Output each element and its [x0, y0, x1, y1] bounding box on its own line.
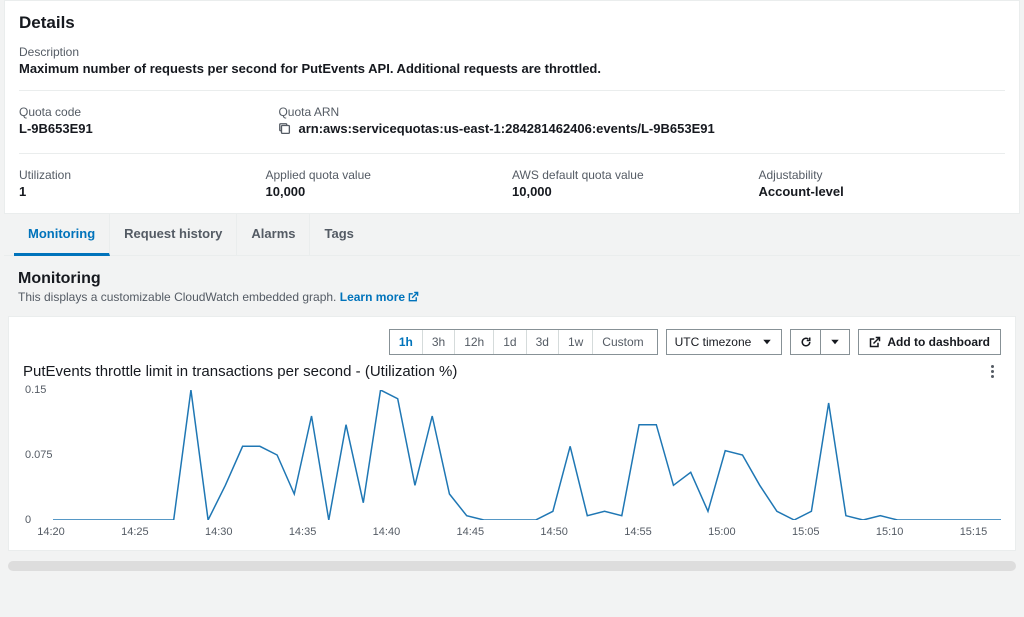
tabs-bar: Monitoring Request history Alarms Tags [4, 214, 1020, 256]
quota-arn-label: Quota ARN [278, 105, 1005, 119]
timezone-dropdown[interactable]: UTC timezone [666, 329, 783, 355]
range-1h[interactable]: 1h [390, 330, 423, 354]
add-to-dashboard-button[interactable]: Add to dashboard [858, 329, 1001, 355]
range-3d[interactable]: 3d [527, 330, 559, 354]
chart-title: PutEvents throttle limit in transactions… [23, 363, 457, 380]
chart-plot[interactable] [53, 390, 1001, 520]
caret-down-icon [829, 336, 841, 348]
tab-tags[interactable]: Tags [310, 214, 367, 255]
applied-quota-value: 10,000 [266, 184, 513, 199]
y-tick-0: 0 [25, 514, 31, 526]
tab-alarms[interactable]: Alarms [237, 214, 310, 255]
monitoring-heading: Monitoring [4, 270, 1020, 288]
chart-toolbar: 1h 3h 12h 1d 3d 1w Custom UTC timezone [23, 329, 1001, 355]
adjustability-label: Adjustability [759, 168, 1006, 182]
quota-code-label: Quota code [19, 105, 278, 119]
description-label: Description [19, 45, 1005, 59]
refresh-menu-button[interactable] [820, 329, 850, 355]
range-12h[interactable]: 12h [455, 330, 494, 354]
adjustability-value: Account-level [759, 184, 1006, 199]
time-range-segment: 1h 3h 12h 1d 3d 1w Custom [389, 329, 658, 355]
applied-quota-label: Applied quota value [266, 168, 513, 182]
divider [19, 90, 1005, 91]
utilization-value: 1 [19, 184, 266, 199]
range-1d[interactable]: 1d [494, 330, 526, 354]
x-axis-labels: 14:2014:25 14:3014:35 14:4014:45 14:5014… [51, 526, 1001, 538]
divider [19, 153, 1005, 154]
default-quota-value: 10,000 [512, 184, 759, 199]
tab-request-history[interactable]: Request history [110, 214, 237, 255]
chart-menu-button[interactable] [985, 365, 999, 378]
default-quota-label: AWS default quota value [512, 168, 759, 182]
refresh-button[interactable] [790, 329, 820, 355]
learn-more-link[interactable]: Learn more [340, 290, 420, 304]
tab-monitoring[interactable]: Monitoring [14, 214, 110, 256]
refresh-icon [800, 336, 812, 348]
monitoring-description: This displays a customizable CloudWatch … [4, 288, 1020, 304]
utilization-label: Utilization [19, 168, 266, 182]
external-link-icon [408, 291, 419, 302]
range-1w[interactable]: 1w [559, 330, 593, 354]
copy-icon[interactable] [278, 122, 292, 136]
range-custom[interactable]: Custom [593, 330, 656, 354]
description-value: Maximum number of requests per second fo… [19, 61, 1005, 76]
y-tick-150: 0.15 [25, 384, 46, 396]
details-title: Details [19, 13, 1005, 33]
horizontal-scrollbar[interactable] [8, 561, 1016, 571]
range-3h[interactable]: 3h [423, 330, 455, 354]
quota-code-value: L-9B653E91 [19, 121, 278, 136]
chart-panel: 1h 3h 12h 1d 3d 1w Custom UTC timezone [8, 316, 1016, 551]
quota-arn-value: arn:aws:servicequotas:us-east-1:28428146… [298, 121, 714, 136]
caret-down-icon [761, 336, 773, 348]
monitoring-section: Monitoring This displays a customizable … [4, 256, 1020, 571]
details-panel: Details Description Maximum number of re… [4, 0, 1020, 214]
y-tick-075: 0.075 [25, 449, 53, 461]
external-link-icon [869, 336, 881, 348]
